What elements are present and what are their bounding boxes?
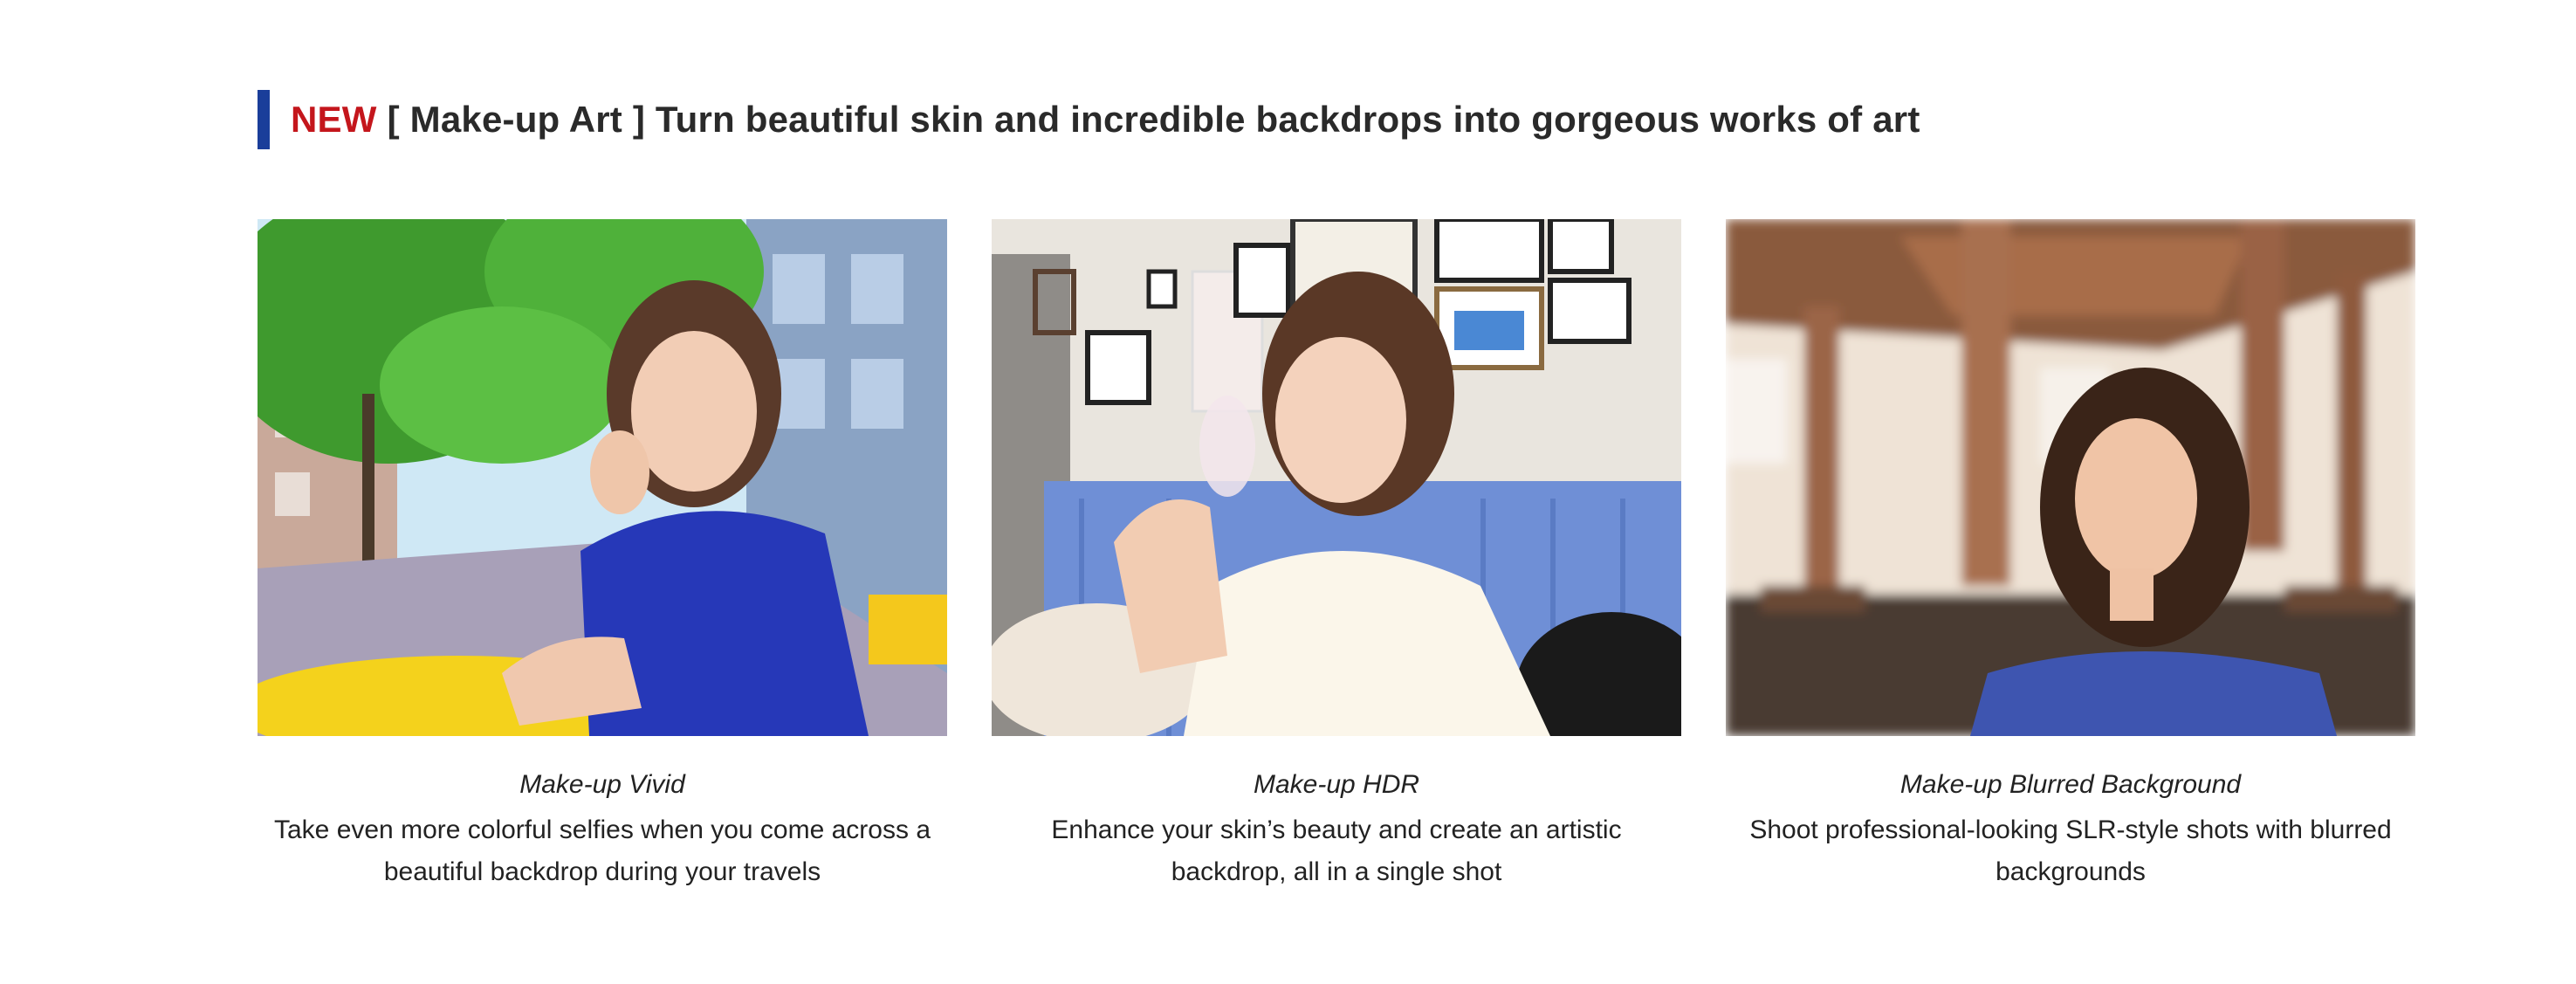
- feature-cards: Make-up Vivid Take even more colorful se…: [258, 219, 2415, 893]
- section-title: NEW[ Make-up Art ] Turn beautiful skin a…: [291, 99, 1920, 141]
- photo-makeup-blurred-background-image: [1726, 219, 2415, 736]
- photo-makeup-hdr: [992, 219, 1681, 736]
- mode-name: Make-up Vivid: [519, 770, 685, 799]
- mode-description: Take even more colorful selfies when you…: [273, 815, 931, 886]
- feature-card-makeup-hdr: Make-up HDR Enhance your skin’s beauty a…: [992, 219, 1681, 893]
- mode-description: Enhance your skin’s beauty and create an…: [1051, 815, 1622, 886]
- photo-makeup-blurred-background: [1726, 219, 2415, 736]
- feature-card-makeup-vivid: Make-up Vivid Take even more colorful se…: [258, 219, 947, 893]
- photo-makeup-vivid-image: [258, 219, 947, 736]
- mode-name: Make-up HDR: [1253, 770, 1420, 799]
- mode-name: Make-up Blurred Background: [1899, 770, 2242, 799]
- mode-description: Shoot professional-looking SLR-style sho…: [1749, 815, 2392, 886]
- feature-card-makeup-blurred-background: Make-up Blurred Background Shoot profess…: [1726, 219, 2415, 893]
- photo-makeup-hdr-image: [992, 219, 1681, 736]
- section-title-text: [ Make-up Art ] Turn beautiful skin and …: [387, 99, 1920, 140]
- photo-makeup-vivid: [258, 219, 947, 736]
- new-badge: NEW: [291, 99, 377, 140]
- header-accent-bar: [258, 90, 270, 149]
- section-header: NEW[ Make-up Art ] Turn beautiful skin a…: [258, 90, 1920, 149]
